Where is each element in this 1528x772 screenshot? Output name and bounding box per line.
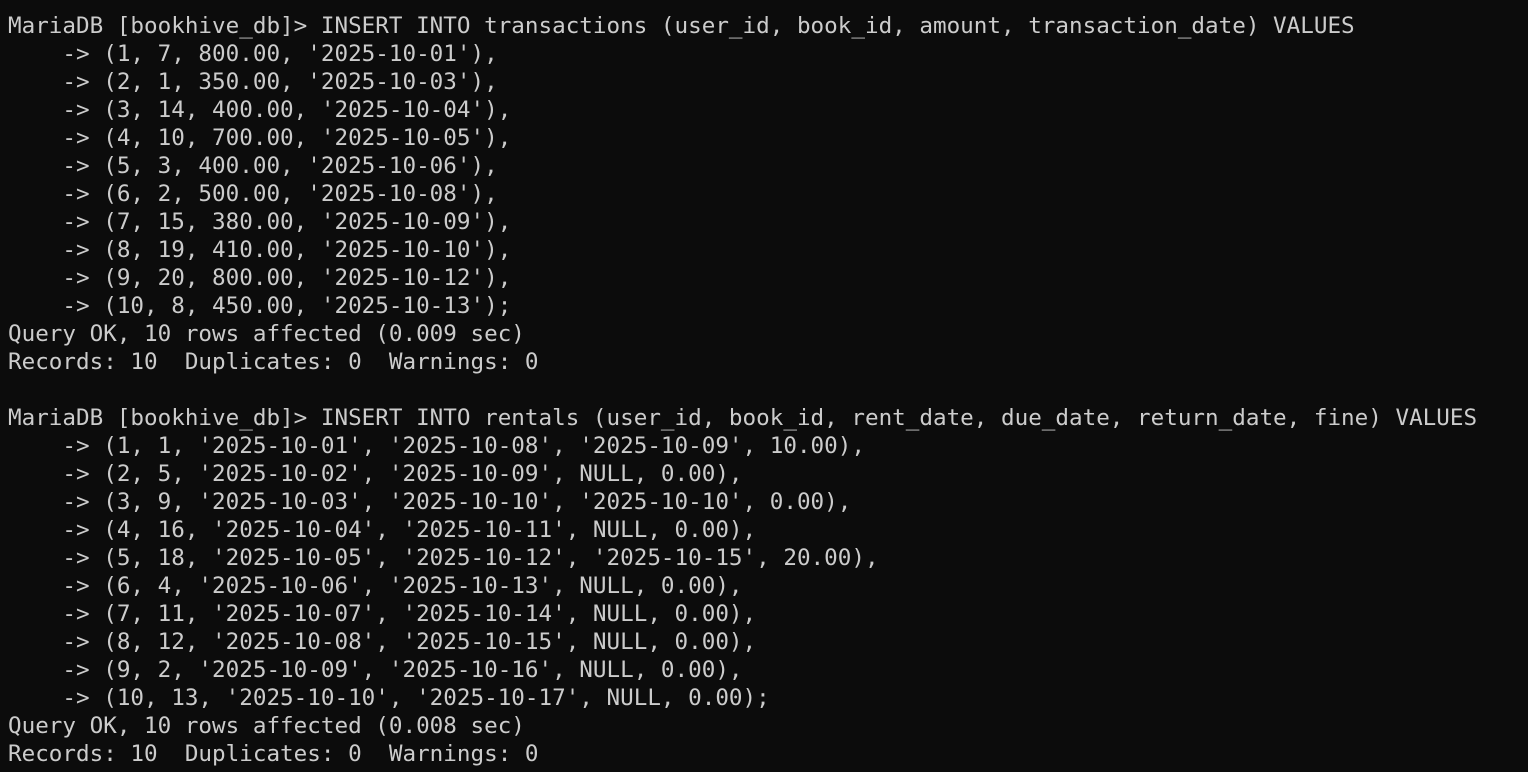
query-result: Query OK, 10 rows affected (0.008 sec) [8,713,525,739]
records-summary: Records: 10 Duplicates: 0 Warnings: 0 [8,741,539,767]
continuation-line: -> (7, 15, 380.00, '2025-10-09'), [8,209,512,235]
continuation-line: -> (9, 20, 800.00, '2025-10-12'), [8,265,512,291]
continuation-line: -> (8, 19, 410.00, '2025-10-10'), [8,237,512,263]
continuation-line: -> (4, 10, 700.00, '2025-10-05'), [8,125,512,151]
continuation-line: -> (1, 1, '2025-10-01', '2025-10-08', '2… [8,433,865,459]
continuation-line: -> (7, 11, '2025-10-07', '2025-10-14', N… [8,601,757,627]
continuation-line: -> (10, 13, '2025-10-10', '2025-10-17', … [8,685,770,711]
records-summary: Records: 10 Duplicates: 0 Warnings: 0 [8,349,539,375]
prompt-insert-rentals: MariaDB [bookhive_db]> INSERT INTO renta… [8,405,1478,431]
continuation-line: -> (10, 8, 450.00, '2025-10-13'); [8,293,512,319]
query-result: Query OK, 10 rows affected (0.009 sec) [8,321,525,347]
continuation-line: -> (8, 12, '2025-10-08', '2025-10-15', N… [8,629,757,655]
continuation-line: -> (5, 18, '2025-10-05', '2025-10-12', '… [8,545,879,571]
prompt-insert-transactions: MariaDB [bookhive_db]> INSERT INTO trans… [8,13,1355,39]
continuation-line: -> (6, 2, 500.00, '2025-10-08'), [8,181,498,207]
continuation-line: -> (2, 5, '2025-10-02', '2025-10-09', NU… [8,461,743,487]
continuation-line: -> (4, 16, '2025-10-04', '2025-10-11', N… [8,517,757,543]
continuation-line: -> (5, 3, 400.00, '2025-10-06'), [8,153,498,179]
continuation-line: -> (3, 14, 400.00, '2025-10-04'), [8,97,512,123]
terminal-output[interactable]: MariaDB [bookhive_db]> INSERT INTO trans… [0,0,1528,772]
continuation-line: -> (9, 2, '2025-10-09', '2025-10-16', NU… [8,657,743,683]
continuation-line: -> (3, 9, '2025-10-03', '2025-10-10', '2… [8,489,852,515]
continuation-line: -> (2, 1, 350.00, '2025-10-03'), [8,69,498,95]
continuation-line: -> (6, 4, '2025-10-06', '2025-10-13', NU… [8,573,743,599]
continuation-line: -> (1, 7, 800.00, '2025-10-01'), [8,41,498,67]
